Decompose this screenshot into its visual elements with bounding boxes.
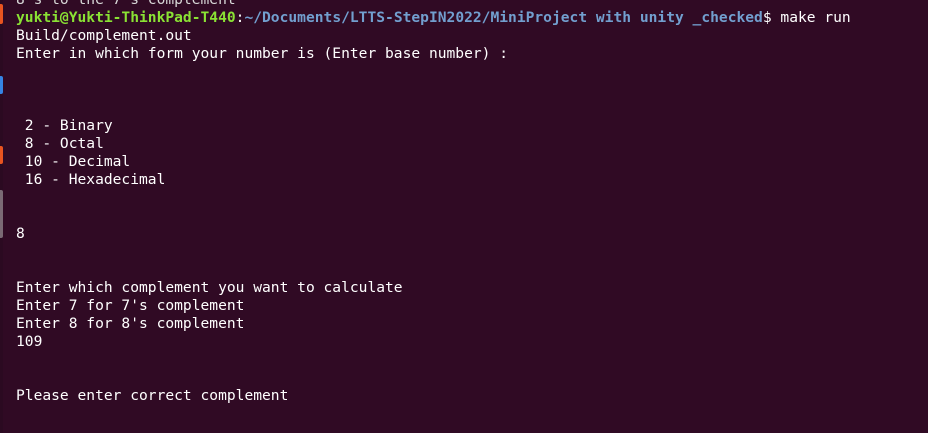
dock-running-indicator-orange-2 [0, 146, 3, 164]
terminal-line: 109 [16, 333, 43, 350]
prompt-command: make run [771, 9, 851, 26]
terminal-line: Enter 8 for 8's complement [16, 315, 245, 332]
terminal-line: 16 - Hexadecimal [16, 171, 166, 188]
dock-running-indicator-orange [0, 4, 3, 24]
terminal-prompt-line: yukti@Yukti-ThinkPad-T440:~/Documents/LT… [16, 9, 921, 27]
prompt-user-host: yukti@Yukti-ThinkPad-T440 [16, 9, 236, 26]
dock-running-indicator-blue [0, 76, 3, 94]
terminal-line: Enter 7 for 7's complement [16, 297, 245, 314]
terminal-line: Enter which complement you want to calcu… [16, 279, 403, 296]
dock-running-indicator-gray [0, 190, 3, 238]
terminal-line: Build/complement.out [16, 27, 192, 44]
prompt-path: ~/Documents/LTTS-StepIN2022/MiniProject … [244, 9, 763, 26]
terminal-line-cut: 8's to the 7's complement [16, 0, 921, 9]
terminal-line: Enter in which form your number is (Ente… [16, 45, 509, 62]
terminal-line: 8 [16, 225, 25, 242]
terminal-output[interactable]: 8's to the 7's complement yukti@Yukti-Th… [16, 0, 921, 405]
terminal-line: 2 - Binary [16, 117, 113, 134]
terminal-line: 10 - Decimal [16, 153, 131, 170]
terminal-line: Please enter correct complement [16, 387, 289, 404]
terminal-line: 8 - Octal [16, 135, 104, 152]
prompt-symbol: $ [762, 9, 772, 26]
